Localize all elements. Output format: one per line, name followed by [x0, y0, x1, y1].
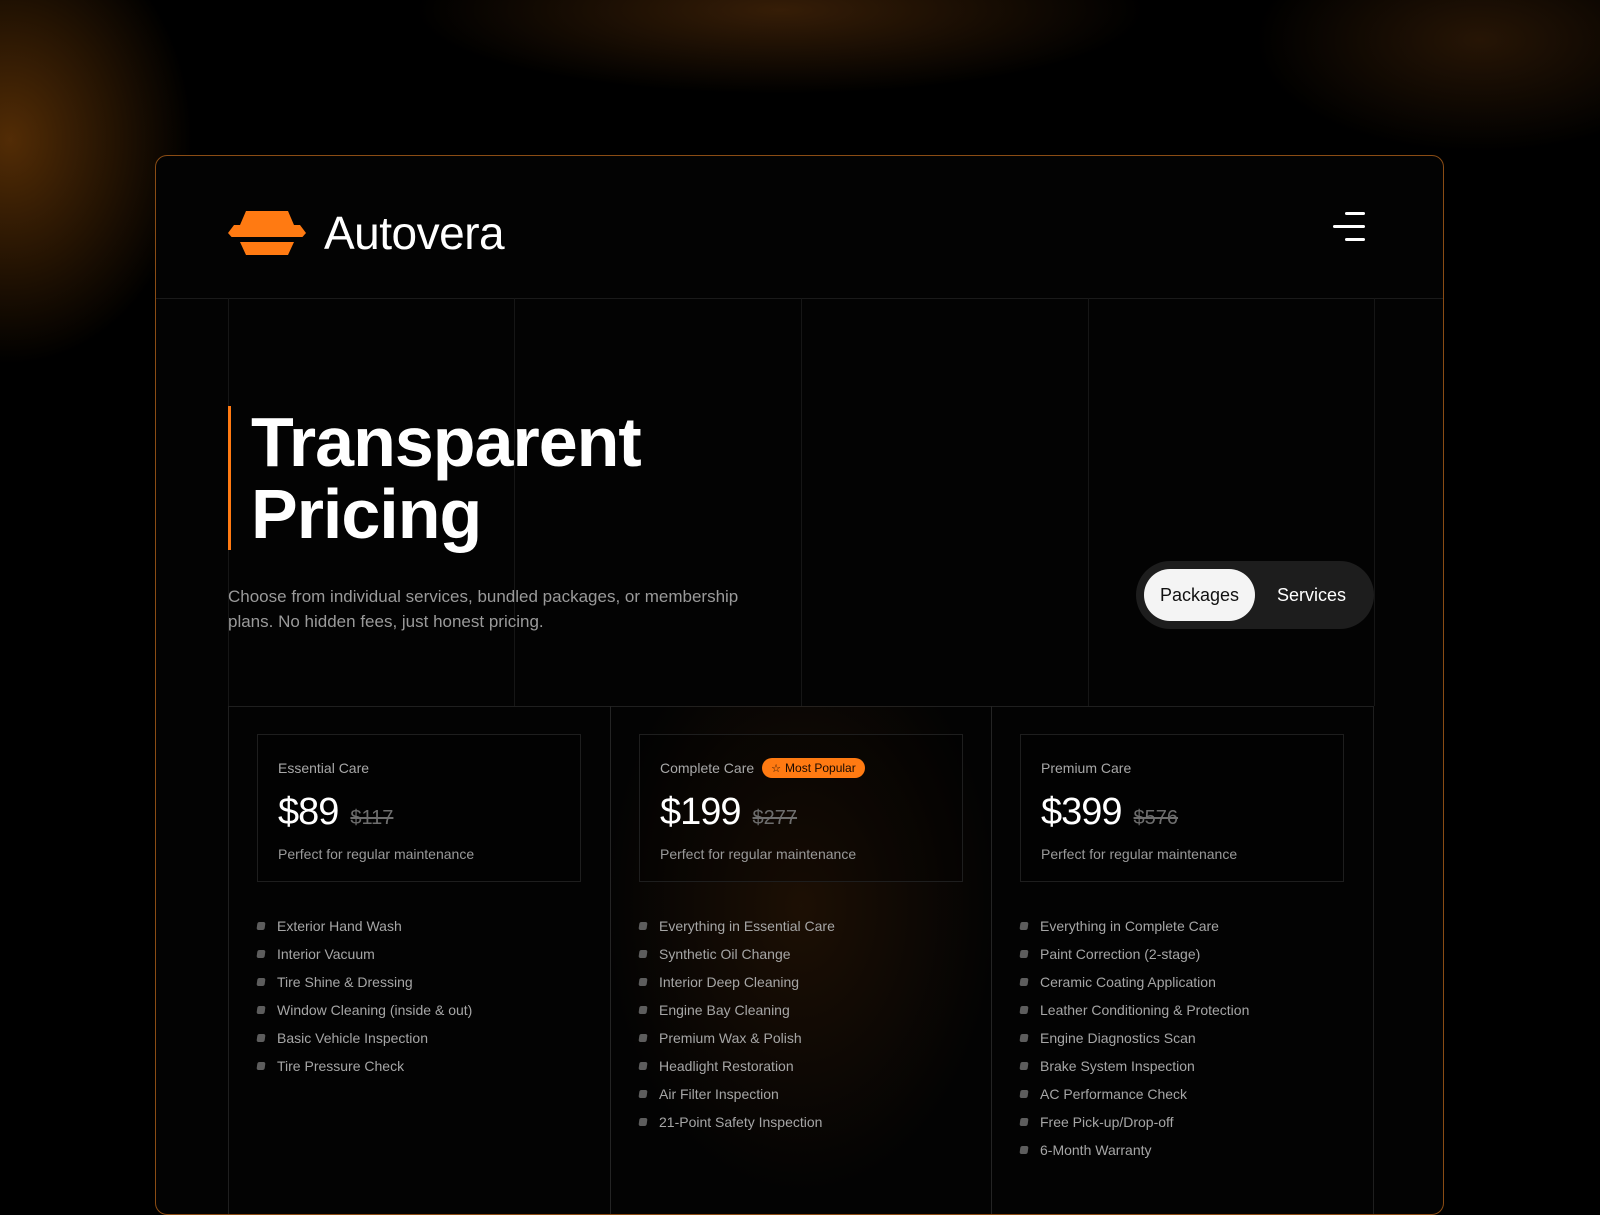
bullet-icon: [256, 1062, 266, 1070]
bullet-icon: [1019, 1090, 1029, 1098]
feature-item: Leather Conditioning & Protection: [1019, 996, 1249, 1024]
bullet-icon: [1019, 978, 1029, 986]
plan-name: Premium Care: [1041, 760, 1132, 776]
plan-card[interactable]: Premium Care $399 $576 Perfect for regul…: [1020, 734, 1344, 882]
feature-item: Interior Deep Cleaning: [638, 968, 835, 996]
feature-item: Interior Vacuum: [256, 940, 472, 968]
bullet-icon: [1019, 1118, 1029, 1126]
feature-item: Engine Bay Cleaning: [638, 996, 835, 1024]
star-icon: ☆: [771, 762, 782, 775]
feature-item: Everything in Complete Care: [1019, 912, 1249, 940]
bullet-icon: [638, 978, 648, 986]
plan-name: Complete Care: [660, 760, 755, 776]
bullet-icon: [1019, 922, 1029, 930]
plan-description: Perfect for regular maintenance: [1041, 846, 1238, 862]
plan-old-price: $117: [350, 807, 394, 829]
grid-line: [1088, 298, 1089, 706]
toggle-services[interactable]: Services: [1257, 569, 1366, 621]
plan-old-price: $277: [752, 807, 798, 829]
site-header: Autovera: [156, 156, 1443, 299]
bullet-icon: [1019, 950, 1029, 958]
app-frame: Autovera Transparent Pricing Choose from…: [155, 155, 1444, 1215]
brand-name: Autovera: [324, 207, 505, 259]
plan-column-complete: Complete Care ☆ Most Popular $199 $277 P…: [610, 706, 992, 1214]
bullet-icon: [1019, 1146, 1029, 1154]
bullet-icon: [256, 1006, 266, 1014]
feature-item: Paint Correction (2-stage): [1019, 940, 1249, 968]
logo-icon: [228, 211, 306, 255]
bullet-icon: [638, 922, 648, 930]
plan-price: $89: [278, 791, 339, 833]
feature-item: Tire Pressure Check: [256, 1052, 472, 1080]
bullet-icon: [256, 950, 266, 958]
plan-description: Perfect for regular maintenance: [278, 846, 475, 862]
title-line-2: Pricing: [251, 475, 482, 553]
bullet-icon: [256, 978, 266, 986]
plan-price: $199: [660, 791, 742, 833]
plan-description: Perfect for regular maintenance: [660, 846, 857, 862]
feature-list: Everything in Complete Care Paint Correc…: [1019, 912, 1249, 1164]
bullet-icon: [1019, 1034, 1029, 1042]
page-title: Transparent Pricing: [228, 403, 642, 553]
bullet-icon: [638, 1062, 648, 1070]
bullet-icon: [638, 1090, 648, 1098]
feature-item: Everything in Essential Care: [638, 912, 835, 940]
feature-item: Engine Diagnostics Scan: [1019, 1024, 1249, 1052]
grid-line: [801, 298, 802, 706]
plan-card[interactable]: Essential Care $89 $117 Perfect for regu…: [257, 734, 581, 882]
feature-item: Exterior Hand Wash: [256, 912, 472, 940]
feature-item: Air Filter Inspection: [638, 1080, 835, 1108]
menu-icon[interactable]: [1333, 212, 1365, 242]
feature-item: Brake System Inspection: [1019, 1052, 1249, 1080]
feature-item: Basic Vehicle Inspection: [256, 1024, 472, 1052]
bullet-icon: [256, 922, 266, 930]
plan-card[interactable]: Complete Care ☆ Most Popular $199 $277 P…: [639, 734, 963, 882]
plan-old-price: $576: [1133, 807, 1179, 829]
toggle-packages[interactable]: Packages: [1144, 569, 1255, 621]
feature-item: Synthetic Oil Change: [638, 940, 835, 968]
feature-item: Ceramic Coating Application: [1019, 968, 1249, 996]
plan-price: $399: [1041, 791, 1123, 833]
feature-item: 21-Point Safety Inspection: [638, 1108, 835, 1136]
bullet-icon: [638, 1034, 648, 1042]
bullet-icon: [638, 1006, 648, 1014]
bullet-icon: [638, 950, 648, 958]
bullet-icon: [638, 1118, 648, 1126]
plan-column-premium: Premium Care $399 $576 Perfect for regul…: [992, 706, 1374, 1214]
grid-line: [1374, 298, 1375, 706]
feature-item: Window Cleaning (inside & out): [256, 996, 472, 1024]
feature-item: 6-Month Warranty: [1019, 1136, 1249, 1164]
feature-item: AC Performance Check: [1019, 1080, 1249, 1108]
feature-item: Tire Shine & Dressing: [256, 968, 472, 996]
feature-item: Premium Wax & Polish: [638, 1024, 835, 1052]
feature-list: Everything in Essential Care Synthetic O…: [638, 912, 835, 1136]
bullet-icon: [1019, 1006, 1029, 1014]
most-popular-badge: ☆ Most Popular: [762, 758, 865, 778]
title-line-1: Transparent: [251, 403, 642, 481]
plan-column-essential: Essential Care $89 $117 Perfect for regu…: [228, 706, 610, 1214]
bullet-icon: [1019, 1062, 1029, 1070]
logo[interactable]: Autovera: [228, 206, 505, 260]
feature-item: Headlight Restoration: [638, 1052, 835, 1080]
page-subtitle: Choose from individual services, bundled…: [228, 587, 739, 631]
bullet-icon: [256, 1034, 266, 1042]
pricing-toggle: Packages Services: [1136, 561, 1374, 629]
feature-item: Free Pick-up/Drop-off: [1019, 1108, 1249, 1136]
feature-list: Exterior Hand Wash Interior Vacuum Tire …: [256, 912, 472, 1080]
plan-name: Essential Care: [278, 760, 370, 776]
